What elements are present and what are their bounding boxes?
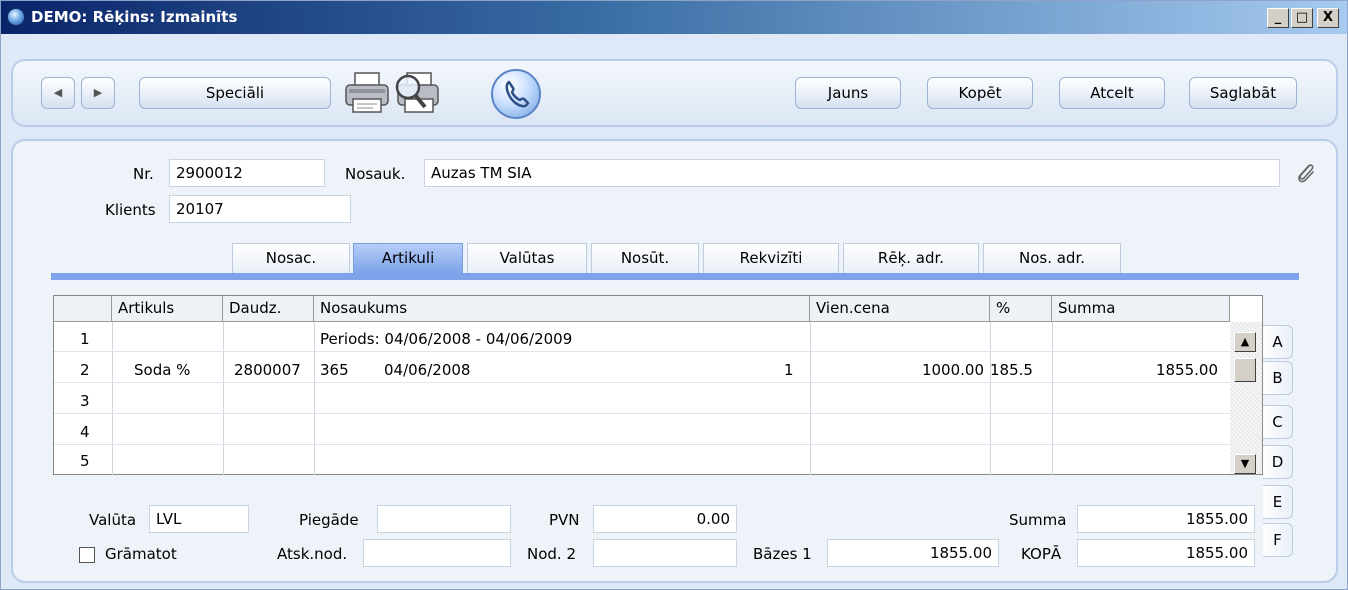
arrow-right-icon: ▶ bbox=[93, 86, 103, 99]
client-label: Klients bbox=[105, 201, 156, 219]
attachment-icon[interactable] bbox=[1293, 159, 1319, 187]
price-cell[interactable]: 1000.00 bbox=[810, 359, 984, 383]
base1-label: Bāzes 1 bbox=[753, 545, 812, 563]
scroll-down-button[interactable]: ▼ bbox=[1234, 454, 1256, 474]
sum-field[interactable]: 1855.00 bbox=[1077, 505, 1255, 533]
new-button-label: Jauns bbox=[827, 84, 869, 102]
count-cell[interactable]: 1 bbox=[784, 359, 794, 383]
tab-nosac[interactable]: Nosac. bbox=[232, 243, 350, 273]
scroll-thumb[interactable] bbox=[1234, 358, 1256, 382]
side-tab-a[interactable]: A bbox=[1263, 325, 1293, 359]
date-cell[interactable]: 04/06/2008 bbox=[384, 359, 470, 383]
delivery-field[interactable] bbox=[377, 505, 511, 533]
special-button-label: Speciāli bbox=[205, 84, 265, 102]
next-record-button[interactable]: ▶ bbox=[81, 77, 115, 109]
sum-label: Summa bbox=[1009, 511, 1067, 529]
tab-nos-adr[interactable]: Nos. adr. bbox=[983, 243, 1121, 273]
side-tab-e[interactable]: E bbox=[1263, 485, 1293, 519]
side-tab-d[interactable]: D bbox=[1263, 445, 1293, 479]
grid-divider bbox=[990, 322, 991, 476]
nr-field[interactable]: 2900012 bbox=[169, 159, 325, 187]
post-checkbox[interactable] bbox=[79, 547, 95, 563]
print-preview-icon[interactable] bbox=[393, 71, 441, 115]
article-cell[interactable]: Soda % bbox=[134, 359, 190, 383]
row-number: 2 bbox=[80, 361, 90, 379]
special-button[interactable]: Speciāli bbox=[139, 77, 331, 109]
side-tab-c[interactable]: C bbox=[1263, 405, 1293, 439]
tab-rekviziti[interactable]: Rekvizīti bbox=[703, 243, 839, 273]
period-text[interactable]: Periods: 04/06/2008 - 04/06/2009 bbox=[320, 328, 572, 352]
grid-divider bbox=[112, 322, 113, 476]
grid-scrollbar[interactable]: ▲ ▼ bbox=[1230, 322, 1262, 474]
nod2-field[interactable] bbox=[593, 539, 737, 567]
tab-artikuli[interactable]: Artikuli bbox=[353, 243, 463, 273]
row-number: 4 bbox=[80, 423, 90, 441]
client-field[interactable]: 20107 bbox=[169, 195, 351, 223]
cancel-button-label: Atcelt bbox=[1090, 84, 1134, 102]
currency-label: Valūta bbox=[89, 511, 137, 529]
column-header-percent[interactable]: % bbox=[990, 296, 1052, 322]
tab-valutas[interactable]: Valūtas bbox=[467, 243, 587, 273]
tab-rek-adr[interactable]: Rēķ. adr. bbox=[843, 243, 979, 273]
tax-field[interactable] bbox=[363, 539, 511, 567]
save-button-label: Saglabāt bbox=[1209, 84, 1277, 102]
copy-button-label: Kopēt bbox=[958, 84, 1002, 102]
grid-divider bbox=[810, 322, 811, 476]
toolbar: ◀ ▶ Speciāli Jauns Kopēt Atcelt Saglabāt bbox=[11, 59, 1338, 127]
column-header-nosaukums[interactable]: Nosaukums bbox=[314, 296, 810, 322]
new-button[interactable]: Jauns bbox=[795, 77, 901, 109]
copy-button[interactable]: Kopēt bbox=[927, 77, 1033, 109]
tab-nosut[interactable]: Nosūt. bbox=[591, 243, 699, 273]
app-icon bbox=[7, 8, 25, 26]
title-bar[interactable]: DEMO: Rēķins: Izmainīts _ □ X bbox=[1, 1, 1347, 34]
row-number: 5 bbox=[80, 452, 90, 470]
row-number-header bbox=[54, 296, 112, 322]
column-header-summa[interactable]: Summa bbox=[1052, 296, 1230, 322]
close-button[interactable]: X bbox=[1317, 8, 1339, 28]
grid-divider bbox=[1052, 322, 1053, 476]
grid-row-divider bbox=[54, 413, 1230, 414]
side-tab-b[interactable]: B bbox=[1263, 361, 1293, 395]
days-cell[interactable]: 365 bbox=[320, 359, 349, 383]
vat-field[interactable]: 0.00 bbox=[593, 505, 737, 533]
nr-label: Nr. bbox=[133, 165, 154, 183]
maximize-button[interactable]: □ bbox=[1291, 8, 1313, 28]
row-number: 1 bbox=[80, 330, 90, 348]
percent-cell[interactable]: 185.5 bbox=[990, 359, 1033, 383]
name-label: Nosauk. bbox=[345, 165, 406, 183]
arrow-left-icon: ◀ bbox=[53, 86, 63, 99]
column-header-artikuls[interactable]: Artikuls bbox=[112, 296, 223, 322]
quantity-cell[interactable]: 2800007 bbox=[234, 359, 301, 383]
tab-underline bbox=[51, 273, 1299, 280]
window-title: DEMO: Rēķins: Izmainīts bbox=[31, 8, 238, 26]
grid-divider bbox=[223, 322, 224, 476]
name-field[interactable]: Auzas TM SIA bbox=[424, 159, 1280, 187]
invoice-window: DEMO: Rēķins: Izmainīts _ □ X ◀ ▶ Speciā… bbox=[0, 0, 1348, 590]
currency-field[interactable]: LVL bbox=[149, 505, 249, 533]
grid-row-divider bbox=[54, 351, 1230, 352]
column-header-daudz[interactable]: Daudz. bbox=[223, 296, 314, 322]
cancel-button[interactable]: Atcelt bbox=[1059, 77, 1165, 109]
scroll-up-button[interactable]: ▲ bbox=[1234, 332, 1256, 352]
grid-row-divider bbox=[54, 444, 1230, 445]
delivery-label: Piegāde bbox=[299, 511, 359, 529]
previous-record-button[interactable]: ◀ bbox=[41, 77, 75, 109]
phone-icon[interactable] bbox=[491, 69, 541, 119]
items-grid[interactable]: Artikuls Daudz. Nosaukums Vien.cena % Su… bbox=[53, 295, 1263, 476]
row-number: 3 bbox=[80, 392, 90, 410]
column-header-vien-cena[interactable]: Vien.cena bbox=[810, 296, 990, 322]
base1-field[interactable]: 1855.00 bbox=[827, 539, 999, 567]
total-label: KOPĀ bbox=[1021, 545, 1062, 563]
save-button[interactable]: Saglabāt bbox=[1189, 77, 1297, 109]
vat-label: PVN bbox=[549, 511, 580, 529]
printer-icon[interactable] bbox=[343, 71, 391, 115]
total-field[interactable]: 1855.00 bbox=[1077, 539, 1255, 567]
side-tab-f[interactable]: F bbox=[1263, 523, 1293, 557]
tax-label: Atsk.nod. bbox=[277, 545, 348, 563]
post-label: Grāmatot bbox=[105, 545, 177, 563]
minimize-button[interactable]: _ bbox=[1267, 8, 1289, 28]
nod2-label: Nod. 2 bbox=[527, 545, 576, 563]
sum-cell[interactable]: 1855.00 bbox=[1052, 359, 1218, 383]
grid-divider bbox=[314, 322, 315, 476]
